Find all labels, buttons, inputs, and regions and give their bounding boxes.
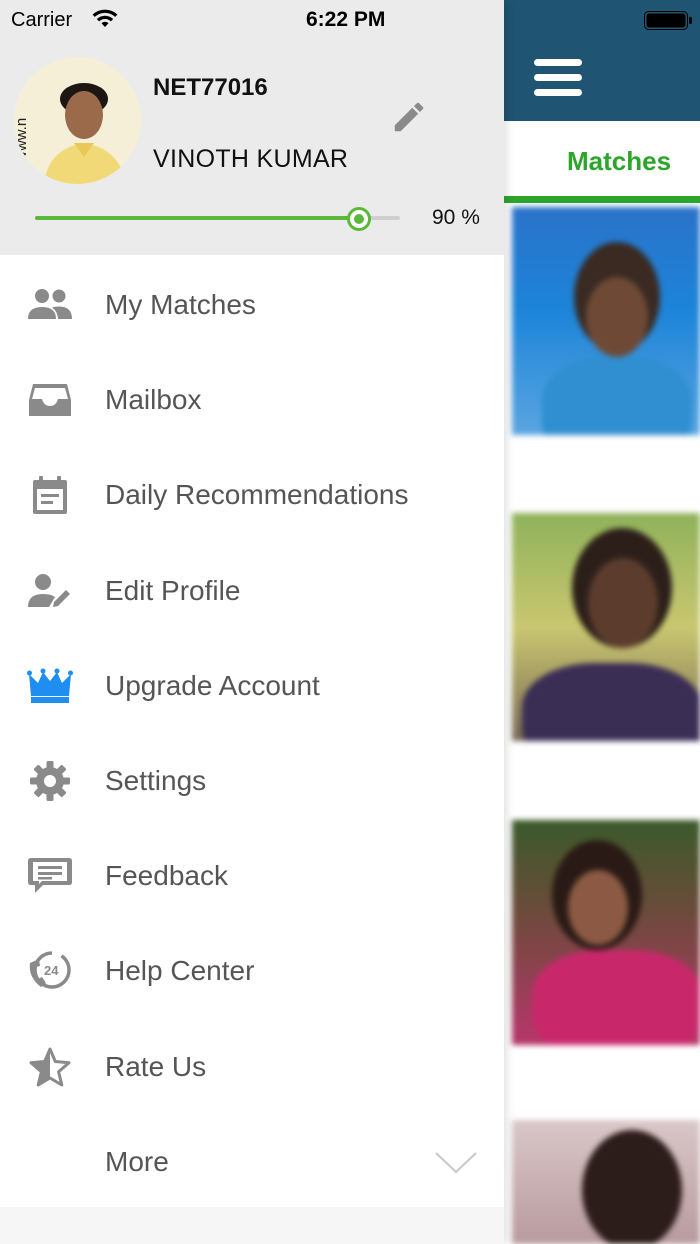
calendar-icon	[33, 476, 67, 515]
status-bar: Carrier 6:22 PM	[0, 0, 700, 40]
hamburger-menu-icon[interactable]	[534, 59, 582, 97]
support-24-icon: 24	[29, 951, 71, 990]
menu-item-upgrade-account[interactable]: Upgrade Account	[0, 638, 504, 733]
svg-text:24: 24	[44, 963, 59, 978]
tab-indicator	[504, 196, 700, 203]
menu-item-label: Edit Profile	[105, 574, 241, 606]
chevron-down-icon[interactable]	[434, 1150, 478, 1176]
star-icon	[29, 1047, 71, 1086]
crown-icon	[27, 668, 73, 703]
menu-item-label: My Matches	[105, 289, 256, 320]
profile-completion-bar	[35, 216, 400, 220]
match-photo[interactable]	[512, 207, 700, 435]
match-photo[interactable]	[512, 1120, 700, 1244]
menu-item-label: More	[105, 1145, 169, 1177]
people-icon	[28, 289, 72, 319]
wifi-icon	[92, 9, 118, 27]
menu-item-edit-profile[interactable]: Edit Profile	[0, 543, 504, 638]
tab-matches[interactable]: Matches	[567, 146, 671, 177]
menu-item-help-center[interactable]: 24 Help Center	[0, 923, 504, 1018]
match-photo[interactable]	[512, 820, 700, 1045]
menu-item-label: Rate Us	[105, 1050, 207, 1082]
menu-item-rate-us[interactable]: Rate Us	[0, 1019, 504, 1114]
menu-item-my-matches[interactable]: My Matches	[0, 257, 504, 352]
inbox-icon	[29, 384, 71, 417]
gear-icon	[30, 760, 70, 801]
menu-item-label: Daily Recommendations	[105, 479, 409, 511]
menu-item-label: Mailbox	[105, 384, 202, 416]
menu-item-mailbox[interactable]: Mailbox	[0, 352, 504, 447]
avatar[interactable]: www.n	[14, 57, 141, 184]
menu-item-settings[interactable]: Settings	[0, 733, 504, 828]
menu-item-more[interactable]: More	[0, 1114, 504, 1209]
profile-completion-knob	[346, 207, 371, 231]
chat-icon	[28, 858, 72, 894]
drawer-footer	[0, 1207, 504, 1244]
carrier-label: Carrier	[11, 9, 73, 31]
avatar-photo: www.n	[14, 57, 141, 184]
user-edit-icon	[28, 573, 70, 607]
match-photo[interactable]	[512, 513, 700, 741]
user-name: VINOTH KUMAR	[153, 145, 349, 173]
profile-completion-fill	[35, 216, 364, 220]
pencil-icon[interactable]	[390, 98, 428, 136]
clock: 6:22 PM	[306, 8, 386, 31]
menu-item-label: Help Center	[105, 955, 255, 987]
menu-item-feedback[interactable]: Feedback	[0, 828, 504, 923]
avatar-watermark: www.n	[14, 118, 30, 163]
menu-item-label: Upgrade Account	[105, 669, 320, 701]
menu-item-daily-recommendations[interactable]: Daily Recommendations	[0, 447, 504, 542]
drawer-menu: My Matches Mailbox Daily Recommendations	[0, 257, 504, 1209]
battery-icon	[644, 11, 692, 30]
side-drawer: www.n NET77016 VINOTH KUMAR 90 % My Matc…	[0, 0, 504, 1244]
menu-item-label: Feedback	[105, 860, 228, 892]
profile-completion-label: 90 %	[432, 206, 480, 229]
menu-item-label: Settings	[105, 764, 207, 796]
user-id: NET77016	[153, 74, 268, 101]
